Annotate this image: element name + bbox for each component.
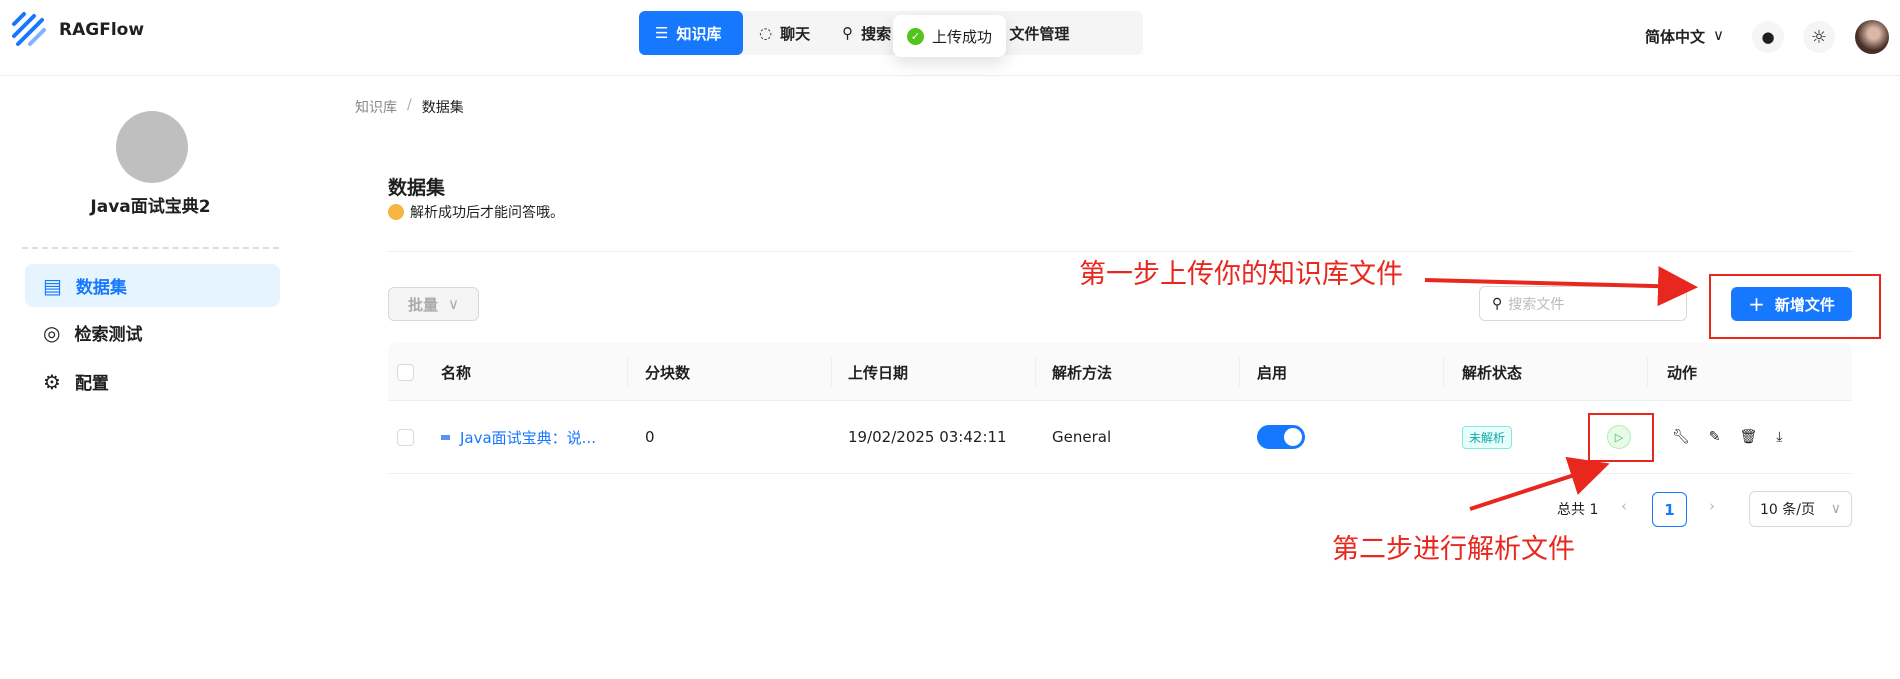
arrow-step1 <box>1424 266 1698 307</box>
annotation-arrows <box>1424 266 1698 511</box>
arrow-step2 <box>1469 456 1610 511</box>
